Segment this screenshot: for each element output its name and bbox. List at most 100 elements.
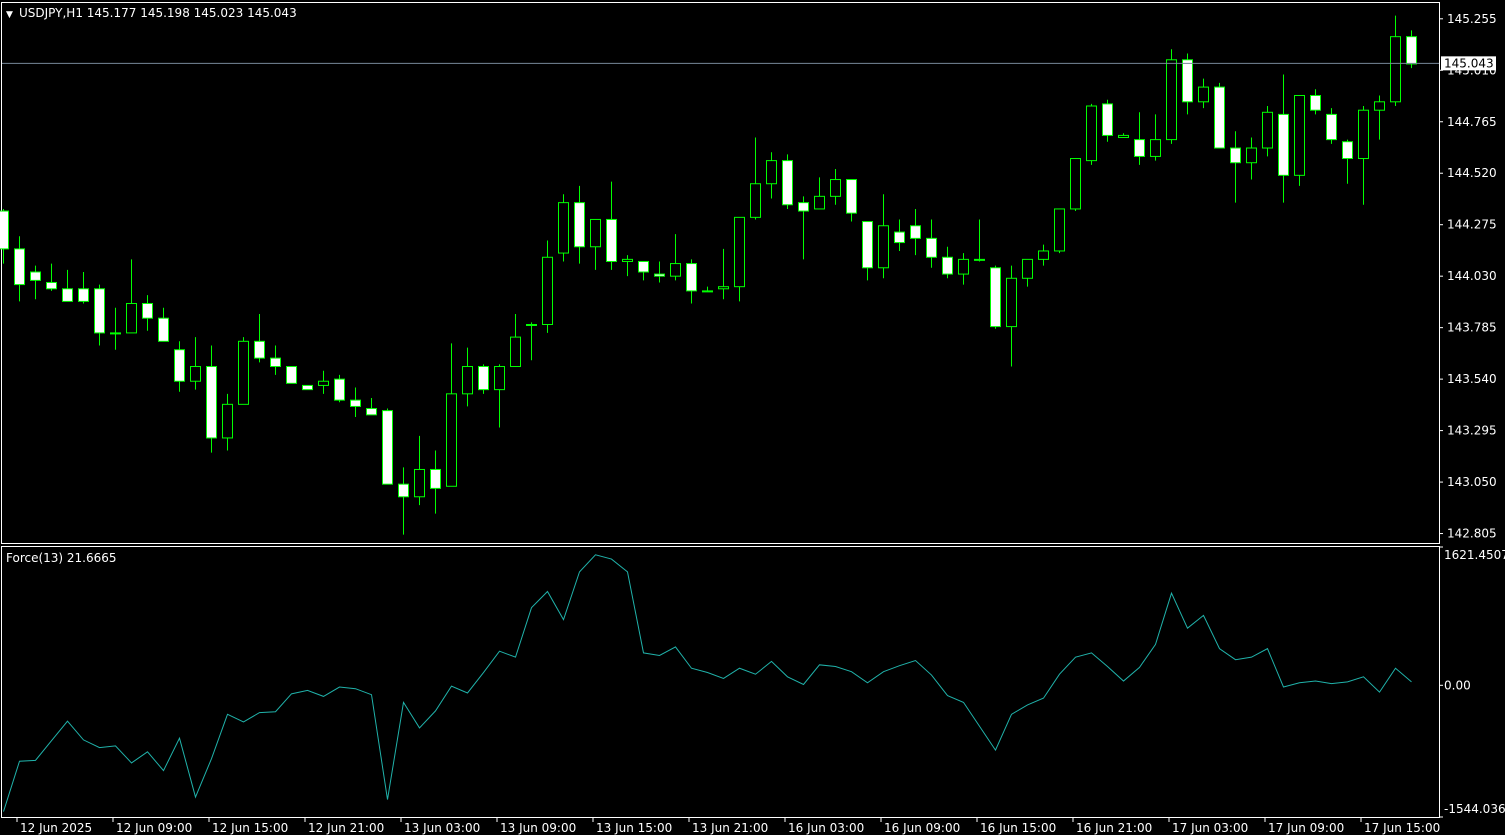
candle-body: [350, 399, 361, 407]
candle-body: [126, 302, 137, 334]
candle-body: [1406, 36, 1417, 65]
candle-body: [1150, 139, 1161, 157]
symbol-header[interactable]: ▼ USDJPY,H1 145.177 145.198 145.023 145.…: [6, 6, 297, 20]
time-tick-label: 12 Jun 2025: [20, 821, 92, 835]
candle-body: [574, 202, 585, 248]
candle-body: [1022, 258, 1033, 279]
candle-body: [1390, 36, 1401, 103]
time-tick-label: 16 Jun 21:00: [1076, 821, 1152, 835]
candle-body: [0, 210, 9, 250]
candle-body: [302, 384, 313, 391]
candle-body: [846, 179, 857, 214]
candle-body: [270, 357, 281, 368]
time-tick-label: 13 Jun 09:00: [500, 821, 576, 835]
candle-body: [1198, 86, 1209, 103]
candle-body: [510, 336, 521, 368]
candle-body: [670, 263, 681, 277]
candle-body: [1342, 141, 1353, 160]
candle-body: [1006, 277, 1017, 328]
candle-body: [942, 256, 953, 275]
candle-body: [782, 160, 793, 206]
candle-body: [254, 340, 265, 359]
candle-body: [62, 288, 73, 302]
time-tick-label: 17 Jun 03:00: [1172, 821, 1248, 835]
candle-body: [14, 248, 25, 286]
price-tick-label: 142.805: [1447, 527, 1497, 541]
candle-body: [430, 468, 441, 489]
candle-body: [1294, 94, 1305, 176]
price-tick-label: 143.295: [1447, 424, 1497, 438]
time-tick-label: 13 Jun 03:00: [404, 821, 480, 835]
price-tick-label: 144.275: [1447, 218, 1497, 232]
candle-body: [94, 288, 105, 334]
price-tick-label: 144.520: [1447, 166, 1497, 180]
candle-body: [1358, 109, 1369, 160]
candle-body: [702, 290, 713, 293]
trading-chart[interactable]: 145.255145.010144.765144.520144.275144.0…: [0, 0, 1505, 835]
candle-body: [142, 302, 153, 319]
candle-body: [1038, 250, 1049, 260]
indicator-tick-label: 1621.4507: [1444, 548, 1505, 562]
candle-body: [558, 202, 569, 254]
candle-body: [590, 218, 601, 248]
indicator-tick-label: -1544.0366: [1444, 802, 1505, 816]
time-tick-label: 12 Jun 21:00: [308, 821, 384, 835]
candle-body: [814, 195, 825, 210]
dropdown-arrow-icon[interactable]: ▼: [6, 10, 13, 20]
time-tick-label: 16 Jun 09:00: [884, 821, 960, 835]
candle-body: [1278, 113, 1289, 176]
candle-body: [686, 263, 697, 292]
time-tick-label: 13 Jun 15:00: [596, 821, 672, 835]
candle-body: [78, 288, 89, 302]
candle-body: [1214, 86, 1225, 149]
candle-body: [910, 225, 921, 239]
candle-body: [526, 323, 537, 326]
candle-body: [1262, 111, 1273, 149]
candle-body: [878, 225, 889, 269]
candle-body: [382, 410, 393, 485]
candle-body: [110, 332, 121, 335]
candle-body: [1134, 139, 1145, 157]
candle-body: [206, 366, 217, 439]
indicator-info: Force(13) 21.6665: [6, 551, 117, 565]
candle-body: [190, 366, 201, 382]
candle-body: [1102, 103, 1113, 136]
time-tick-label: 16 Jun 15:00: [980, 821, 1056, 835]
candle-body: [1054, 208, 1065, 252]
candle-body: [622, 258, 633, 262]
candle-body: [158, 317, 169, 342]
candle-body: [1118, 134, 1129, 139]
price-tick-label: 145.255: [1447, 12, 1497, 26]
price-tick-label: 144.030: [1447, 269, 1497, 283]
candle-body: [766, 160, 777, 185]
candle-body: [926, 237, 937, 258]
candle-body: [398, 483, 409, 498]
candle-body: [1326, 113, 1337, 141]
candle-body: [494, 366, 505, 391]
candle-body: [238, 340, 249, 405]
candle-body: [718, 286, 729, 290]
candle-body: [334, 378, 345, 401]
indicator-tick-label: 0.00: [1444, 678, 1471, 692]
candle-body: [414, 468, 425, 498]
current-price-marker: 145.043: [1441, 56, 1496, 71]
candle-body: [30, 271, 41, 281]
candle-body: [46, 281, 57, 290]
candle-body: [318, 380, 329, 386]
price-tick-label: 143.050: [1447, 475, 1497, 489]
candle-body: [222, 403, 233, 439]
candle-body: [1310, 94, 1321, 111]
candle-body: [606, 218, 617, 262]
candle-body: [286, 366, 297, 384]
candle-body: [478, 366, 489, 391]
time-tick-label: 16 Jun 03:00: [788, 821, 864, 835]
candle-body: [446, 393, 457, 487]
time-tick-label: 12 Jun 15:00: [212, 821, 288, 835]
candle-body: [1230, 147, 1241, 164]
candle-body: [638, 260, 649, 273]
candle-body: [1086, 105, 1097, 162]
candle-body: [894, 231, 905, 244]
candle-body: [750, 183, 761, 218]
candle-body: [862, 221, 873, 269]
candle-body: [958, 258, 969, 275]
